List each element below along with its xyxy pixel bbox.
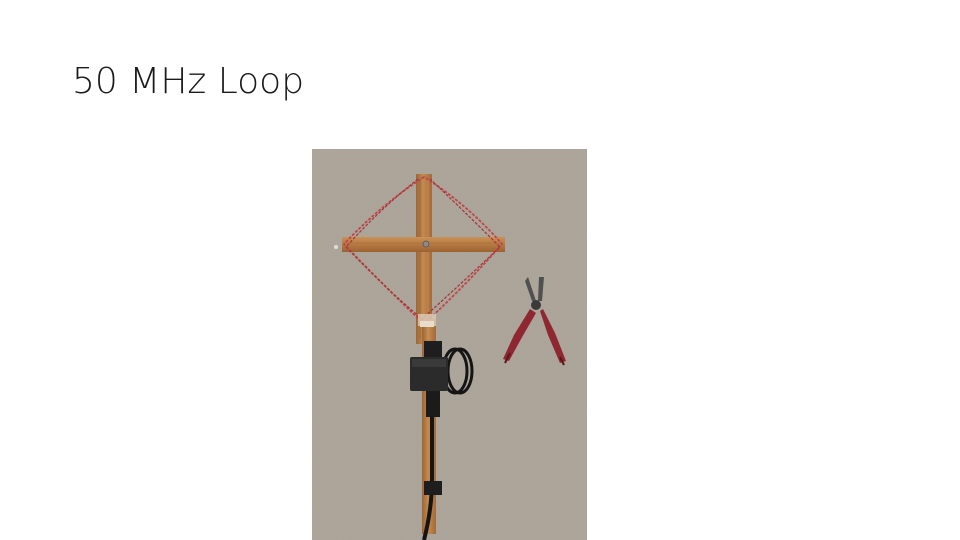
wooden-crossbar (334, 237, 505, 252)
slide: 50 MHz Loop (0, 0, 960, 540)
slide-title: 50 MHz Loop (72, 61, 305, 102)
antenna-photo (312, 149, 587, 540)
